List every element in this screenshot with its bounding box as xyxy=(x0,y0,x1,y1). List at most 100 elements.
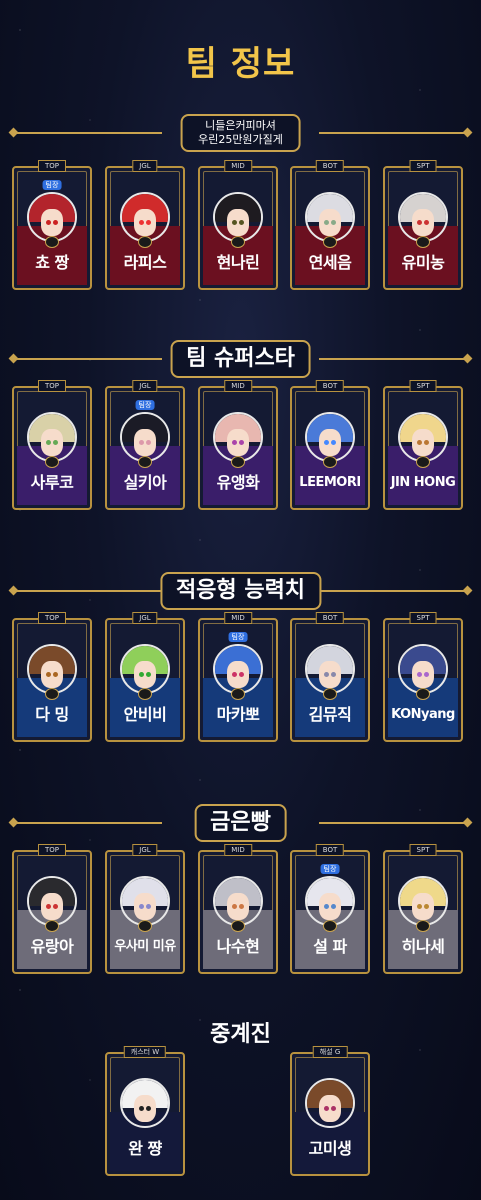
team-section: 금은빵 TOP 유랑아 JGL 우사미 미유 MID 나수현 BOT 팀장 설 … xyxy=(0,804,481,980)
player-name: 히나세 xyxy=(401,937,445,956)
emblem-icon xyxy=(138,456,152,468)
divider-line xyxy=(12,590,162,592)
emblem-icon xyxy=(45,456,59,468)
position-label: TOP xyxy=(37,612,67,624)
player-avatar xyxy=(305,412,355,462)
player-avatar xyxy=(27,412,77,462)
caster-name: 고미생 xyxy=(308,1139,352,1158)
player-avatar xyxy=(213,876,263,926)
position-label: BOT xyxy=(315,612,345,624)
team-section: 니들은커피마셔 우린25만원가질게 TOP 팀장 쵸 짱 JGL 라피스 MID… xyxy=(0,114,481,296)
player-card[interactable]: TOP 사루코 xyxy=(12,380,92,510)
player-avatar xyxy=(398,876,448,926)
player-avatar xyxy=(305,1078,355,1128)
captain-badge: 팀장 xyxy=(228,632,248,642)
emblem-icon xyxy=(45,688,59,700)
player-card[interactable]: MID 팀장 마카뽀 xyxy=(198,612,278,742)
player-avatar xyxy=(213,412,263,462)
player-card[interactable]: JGL 안비비 xyxy=(105,612,185,742)
divider-line xyxy=(319,132,469,134)
player-card[interactable]: JGL 팀장 실키아 xyxy=(105,380,185,510)
player-card[interactable]: TOP 유랑아 xyxy=(12,844,92,974)
divider-line xyxy=(319,358,469,360)
player-card[interactable]: BOT 김뮤직 xyxy=(290,612,370,742)
player-avatar xyxy=(398,412,448,462)
player-name: 사루코 xyxy=(30,473,74,492)
position-label: JGL xyxy=(132,380,158,392)
player-card[interactable]: TOP 팀장 쵸 짱 xyxy=(12,160,92,290)
team-roster: TOP 팀장 쵸 짱 JGL 라피스 MID 현나린 BOT 연세음 SPT 유… xyxy=(0,160,481,296)
player-avatar xyxy=(305,644,355,694)
player-name: JIN HONG xyxy=(390,475,456,490)
player-card[interactable]: BOT LEEMORI xyxy=(290,380,370,510)
team-name: 금은빵 xyxy=(194,804,287,842)
player-name: 쵸 짱 xyxy=(35,253,69,272)
position-label: SPT xyxy=(409,612,437,624)
player-avatar xyxy=(27,192,77,242)
player-avatar xyxy=(305,876,355,926)
emblem-icon xyxy=(416,688,430,700)
player-name: KONyang xyxy=(391,707,455,722)
position-label: BOT xyxy=(315,160,345,172)
team-name: 적응형 능력치 xyxy=(159,572,322,610)
player-avatar xyxy=(305,192,355,242)
position-label: MID xyxy=(224,380,252,392)
position-label: BOT xyxy=(315,380,345,392)
position-label: TOP xyxy=(37,844,67,856)
emblem-icon xyxy=(416,456,430,468)
position-label: TOP xyxy=(37,380,67,392)
position-label: MID xyxy=(224,160,252,172)
player-card[interactable]: BOT 연세음 xyxy=(290,160,370,290)
captain-badge: 팀장 xyxy=(42,180,62,190)
player-card[interactable]: SPT JIN HONG xyxy=(383,380,463,510)
player-name: 마카뽀 xyxy=(216,705,260,724)
position-label: SPT xyxy=(409,380,437,392)
emblem-icon xyxy=(416,920,430,932)
player-card[interactable]: JGL 라피스 xyxy=(105,160,185,290)
player-card[interactable]: MID 나수현 xyxy=(198,844,278,974)
position-label: JGL xyxy=(132,844,158,856)
emblem-icon xyxy=(231,920,245,932)
emblem-icon xyxy=(138,688,152,700)
player-avatar xyxy=(27,876,77,926)
player-card[interactable]: MID 현나린 xyxy=(198,160,278,290)
player-name: 다 밍 xyxy=(35,705,69,724)
caster-card[interactable]: 해설 G 고미생 xyxy=(290,1046,370,1176)
divider-line xyxy=(12,822,162,824)
player-avatar xyxy=(398,192,448,242)
player-name: 유랑아 xyxy=(30,937,74,956)
role-label: 해설 G xyxy=(312,1046,348,1058)
team-header: 니들은커피마셔 우린25만원가질게 xyxy=(0,114,481,152)
player-card[interactable]: JGL 우사미 미유 xyxy=(105,844,185,974)
emblem-icon xyxy=(231,688,245,700)
emblem-icon xyxy=(138,920,152,932)
player-card[interactable]: BOT 팀장 설 파 xyxy=(290,844,370,974)
player-name: 실키아 xyxy=(123,473,167,492)
player-avatar xyxy=(120,1078,170,1128)
role-label: 캐스터 W xyxy=(123,1046,167,1058)
player-avatar xyxy=(27,644,77,694)
captain-badge: 팀장 xyxy=(135,400,155,410)
player-avatar xyxy=(213,644,263,694)
player-card[interactable]: MID 유앵화 xyxy=(198,380,278,510)
player-name: 김뮤직 xyxy=(308,705,352,724)
emblem-icon xyxy=(45,920,59,932)
team-header: 적응형 능력치 xyxy=(0,572,481,610)
position-label: TOP xyxy=(37,160,67,172)
caster-name: 완 쨩 xyxy=(128,1139,162,1158)
player-name: 유미농 xyxy=(401,253,445,272)
team-header: 팀 슈퍼스타 xyxy=(0,340,481,378)
player-avatar xyxy=(120,412,170,462)
player-card[interactable]: TOP 다 밍 xyxy=(12,612,92,742)
player-name: 우사미 미유 xyxy=(114,939,176,954)
team-name: 니들은커피마셔 우린25만원가질게 xyxy=(180,114,301,152)
player-card[interactable]: SPT KONyang xyxy=(383,612,463,742)
broadcast-title: 중계진 xyxy=(210,1022,271,1047)
player-card[interactable]: SPT 유미농 xyxy=(383,160,463,290)
caster-card[interactable]: 캐스터 W 완 쨩 xyxy=(105,1046,185,1176)
player-card[interactable]: SPT 히나세 xyxy=(383,844,463,974)
player-name: 설 파 xyxy=(313,937,347,956)
position-label: JGL xyxy=(132,612,158,624)
emblem-icon xyxy=(231,456,245,468)
position-label: MID xyxy=(224,844,252,856)
